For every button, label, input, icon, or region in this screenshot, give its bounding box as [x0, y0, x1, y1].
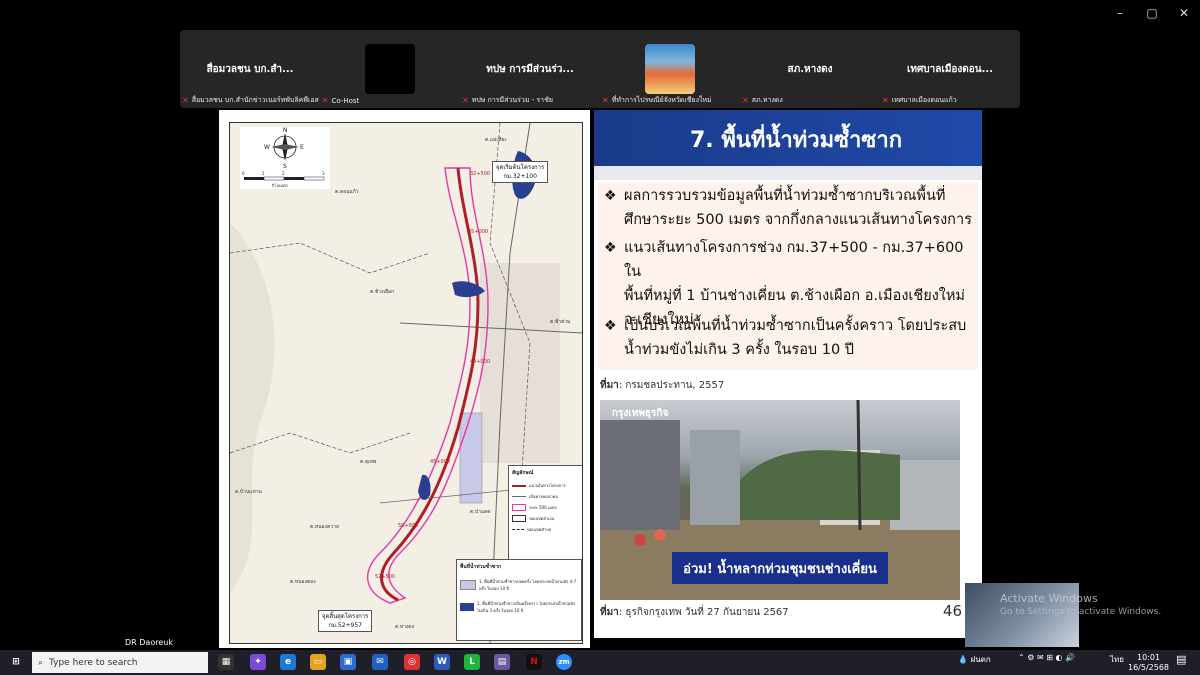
- word-icon[interactable]: W: [434, 654, 450, 670]
- video-off-avatar: [365, 44, 415, 94]
- slide-title: 7. พื้นที่น้ำท่วมซ้ำซาก: [690, 128, 903, 153]
- place-label: ต.หางดง: [395, 624, 415, 630]
- mic-muted-icon: ✕: [182, 96, 189, 105]
- participant-name: เทศบาลเมืองดอน...: [906, 64, 994, 75]
- mail-icon[interactable]: ✉: [372, 654, 388, 670]
- place-label: ต.ดอนแก้ว: [335, 188, 359, 195]
- photo-caption: อ่วม! น้ำหลากท่วมชุมชนช่างเคี่ยน: [672, 552, 888, 584]
- place-label: ต.สุเทพ: [360, 459, 376, 465]
- svg-text:N: N: [283, 127, 288, 134]
- mic-muted-icon: ✕: [602, 96, 609, 105]
- mic-muted-icon: ✕: [742, 96, 749, 105]
- diamond-bullet-icon: ❖: [604, 318, 617, 334]
- svg-text:W: W: [264, 144, 270, 151]
- km-mark: 52+500: [375, 574, 395, 580]
- route-map: 32+500 35+000 40+000 45+000 50+000 52+50…: [219, 110, 590, 648]
- svg-text:2: 2: [282, 171, 285, 176]
- netflix-icon[interactable]: N: [526, 654, 542, 670]
- participant-tile[interactable]: [320, 30, 460, 108]
- participant-avatar: [645, 44, 695, 94]
- participant-name: สภ.หางดง: [787, 64, 833, 75]
- photos-icon[interactable]: ▤: [494, 654, 510, 670]
- km-mark: 32+500: [470, 171, 490, 177]
- svg-text:3: 3: [322, 171, 325, 176]
- file-explorer-icon[interactable]: ▭: [310, 654, 326, 670]
- search-icon: ⌕: [38, 657, 44, 668]
- place-label: ต.บ้านแหวน: [235, 488, 263, 495]
- edge-icon[interactable]: e: [280, 654, 296, 670]
- restore-button[interactable]: ▢: [1136, 0, 1168, 26]
- map-legend: สัญลักษณ์ แนวเส้นทางโครงการ เส้นทางคมนาค…: [508, 465, 582, 562]
- participant-tile[interactable]: สภ.หางดง ✕ สภ.หางดง: [740, 30, 880, 108]
- page-number: 46: [942, 602, 962, 620]
- presentation-slide: 7. พื้นที่น้ำท่วมซ้ำซาก ❖ ผลการรวบรวมข้อ…: [594, 110, 982, 638]
- participant-strip: สื่อมวลชน บก.สำ... ✕ สื่อมวลชน บก.สำนักข…: [180, 30, 1020, 108]
- participant-name: ทปษ การมีส่วนร่ว...: [486, 64, 574, 75]
- source-note: ที่มา: ธุรกิจกรุงเทพ วันที่ 27 กันยายน 2…: [600, 607, 789, 618]
- copilot-icon[interactable]: ✦: [250, 654, 266, 670]
- store-icon[interactable]: ▣: [340, 654, 356, 670]
- svg-text:กิโลเมตร: กิโลเมตร: [271, 183, 288, 188]
- activate-windows-title: Activate Windows: [1000, 592, 1098, 605]
- participant-tile[interactable]: สื่อมวลชน บก.สำ... ✕ สื่อมวลชน บก.สำนักข…: [180, 30, 359, 108]
- source-note: ที่มา: กรมชลประทาน, 2557: [600, 380, 725, 391]
- place-label: ต.ป่าแดด: [470, 509, 491, 515]
- km-mark: 50+000: [398, 523, 418, 529]
- activate-windows-subtitle: Go to Settings to activate Windows.: [1000, 607, 1162, 617]
- zoom-icon[interactable]: zm: [556, 654, 572, 670]
- weather-widget[interactable]: 💧 ฝนตก: [958, 653, 991, 666]
- notification-icon[interactable]: ▤: [1176, 653, 1186, 666]
- svg-text:1: 1: [262, 171, 265, 176]
- place-label: ต.หนองตอง: [290, 579, 316, 585]
- task-view-icon[interactable]: ▦: [218, 654, 234, 670]
- participant-tile[interactable]: ✕ ที่ทำการไปรษณีย์จังหวัดเชียงใหม่: [600, 30, 740, 108]
- taskbar-search[interactable]: ⌕ Type here to search: [32, 652, 208, 673]
- windows-start-icon[interactable]: ⊞: [8, 654, 24, 670]
- participant-tile[interactable]: ทปษ การมีส่วนร่ว... ✕ ทปษ การมีส่วนร่วม …: [460, 30, 600, 108]
- rain-icon: 💧: [958, 655, 968, 664]
- km-mark: 45+000: [430, 459, 450, 465]
- participant-name: สื่อมวลชน บก.สำ...: [206, 64, 294, 75]
- flood-legend: พื้นที่น้ำท่วมซ้ำซาก 1. พื้นที่น้ำท่วมซ้…: [456, 559, 582, 641]
- diamond-bullet-icon: ❖: [604, 240, 617, 256]
- place-label: ต.แม่เหียะ: [485, 136, 507, 143]
- end-point-label: จุดสิ้นสุดโครงการ กม.52+957: [318, 610, 373, 632]
- start-point-label: จุดเริ่มต้นโครงการ กม.32+100: [492, 161, 549, 183]
- diamond-bullet-icon: ❖: [604, 188, 617, 204]
- participant-tile[interactable]: เทศบาลเมืองดอน... ✕ เทศบาลเมืองดอนแก้ว: [880, 30, 1020, 108]
- taskbar: ⊞ ⌕ Type here to search ▦ ✦ e ▭ ▣ ✉ ◎ W …: [0, 650, 1200, 675]
- mic-muted-icon: ✕: [462, 96, 469, 105]
- minimize-button[interactable]: –: [1104, 0, 1136, 26]
- chrome-icon[interactable]: ◎: [404, 654, 420, 670]
- bullet-item: ❖ ผลการรวบรวมข้อมูลพื้นที่น้ำท่วมซ้ำซากบ…: [604, 184, 972, 232]
- svg-text:0: 0: [242, 171, 245, 176]
- place-label: ต.ฟ้าฮ่าม: [550, 318, 570, 325]
- svg-text:E: E: [300, 144, 304, 151]
- km-mark: 35+000: [468, 229, 488, 235]
- map-compass-scale: N S E W 0 1 2 3 กิโลเมตร: [240, 127, 330, 189]
- window-controls: – ▢ ✕: [1104, 0, 1200, 26]
- compass-icon: N S E W 0 1 2 3 กิโลเมตร: [242, 127, 325, 188]
- bullet-item: ❖ เป็นบริเวณพื้นที่น้ำท่วมซ้ำซากเป็นครั้…: [604, 314, 966, 362]
- language-indicator[interactable]: ไทย: [1110, 653, 1124, 666]
- slide-title-bar: 7. พื้นที่น้ำท่วมซ้ำซาก: [594, 110, 982, 180]
- photo-brand-label: กรุงเทพธุรกิจ: [612, 408, 669, 419]
- tray-icons[interactable]: ⌃ ⚙ ✉ ⊞ ◐ 🔊: [1018, 653, 1075, 662]
- place-label: ต.ช้างเผือก: [370, 288, 394, 295]
- place-label: ต.หนองควาย: [310, 524, 339, 530]
- close-button[interactable]: ✕: [1168, 0, 1200, 26]
- map-frame: 32+500 35+000 40+000 45+000 50+000 52+50…: [229, 122, 583, 644]
- mic-muted-icon: ✕: [882, 96, 889, 105]
- svg-text:S: S: [283, 163, 287, 170]
- clock[interactable]: 10:01 16/5/2568: [1128, 653, 1169, 673]
- km-mark: 40+000: [470, 359, 490, 365]
- flood-news-photo: กรุงเทพธุรกิจ อ่วม! น้ำหลากท่วมชุมชนช่าง…: [600, 400, 960, 600]
- line-icon[interactable]: L: [464, 654, 480, 670]
- presenter-name: DR Daoreuk: [121, 637, 177, 648]
